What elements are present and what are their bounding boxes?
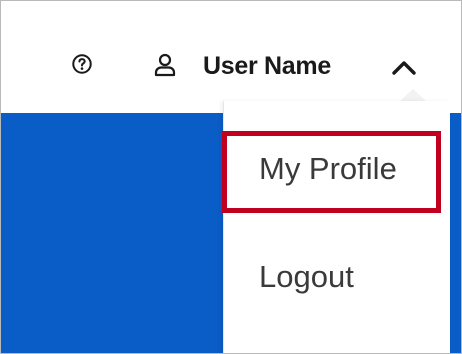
user-name-label[interactable]: User Name	[203, 52, 331, 81]
help-circle-icon[interactable]	[71, 53, 93, 75]
menu-item-my-profile[interactable]: My Profile	[223, 139, 449, 199]
menu-item-logout[interactable]: Logout	[223, 247, 449, 307]
chevron-up-icon[interactable]	[386, 56, 422, 78]
app-window: User Name My Profile Logout	[0, 0, 462, 354]
top-header: User Name	[1, 1, 461, 113]
person-icon[interactable]	[154, 53, 176, 77]
